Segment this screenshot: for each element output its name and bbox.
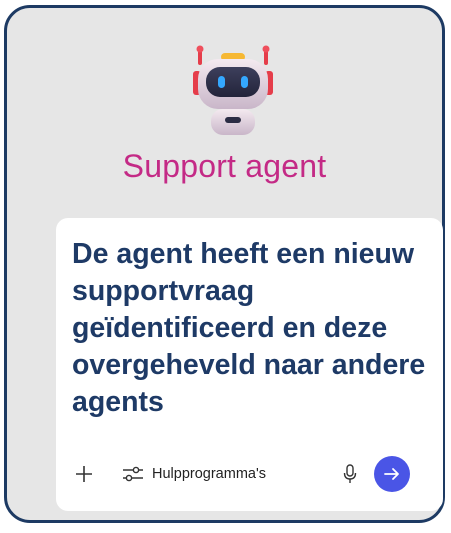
plus-icon xyxy=(76,466,92,482)
microphone-button[interactable] xyxy=(339,462,361,486)
chat-message: De agent heeft een nieuw supportvraag ge… xyxy=(72,238,426,418)
arrow-right-icon xyxy=(384,468,399,480)
agent-title: Support agent xyxy=(122,148,327,184)
tools-button[interactable]: Hulpprogramma's xyxy=(122,461,266,487)
send-button[interactable] xyxy=(374,456,410,492)
chat-panel: De agent heeft een nieuw supportvraag ge… xyxy=(56,218,443,511)
sliders-icon xyxy=(123,466,143,482)
tools-label: Hulpprogramma's xyxy=(152,466,266,482)
chat-toolbar: Hulpprogramma's xyxy=(56,456,443,492)
add-button[interactable] xyxy=(72,462,96,486)
robot-icon xyxy=(193,45,273,137)
agent-card: Support agent De agent heeft een nieuw s… xyxy=(4,5,445,523)
microphone-icon xyxy=(343,464,357,483)
